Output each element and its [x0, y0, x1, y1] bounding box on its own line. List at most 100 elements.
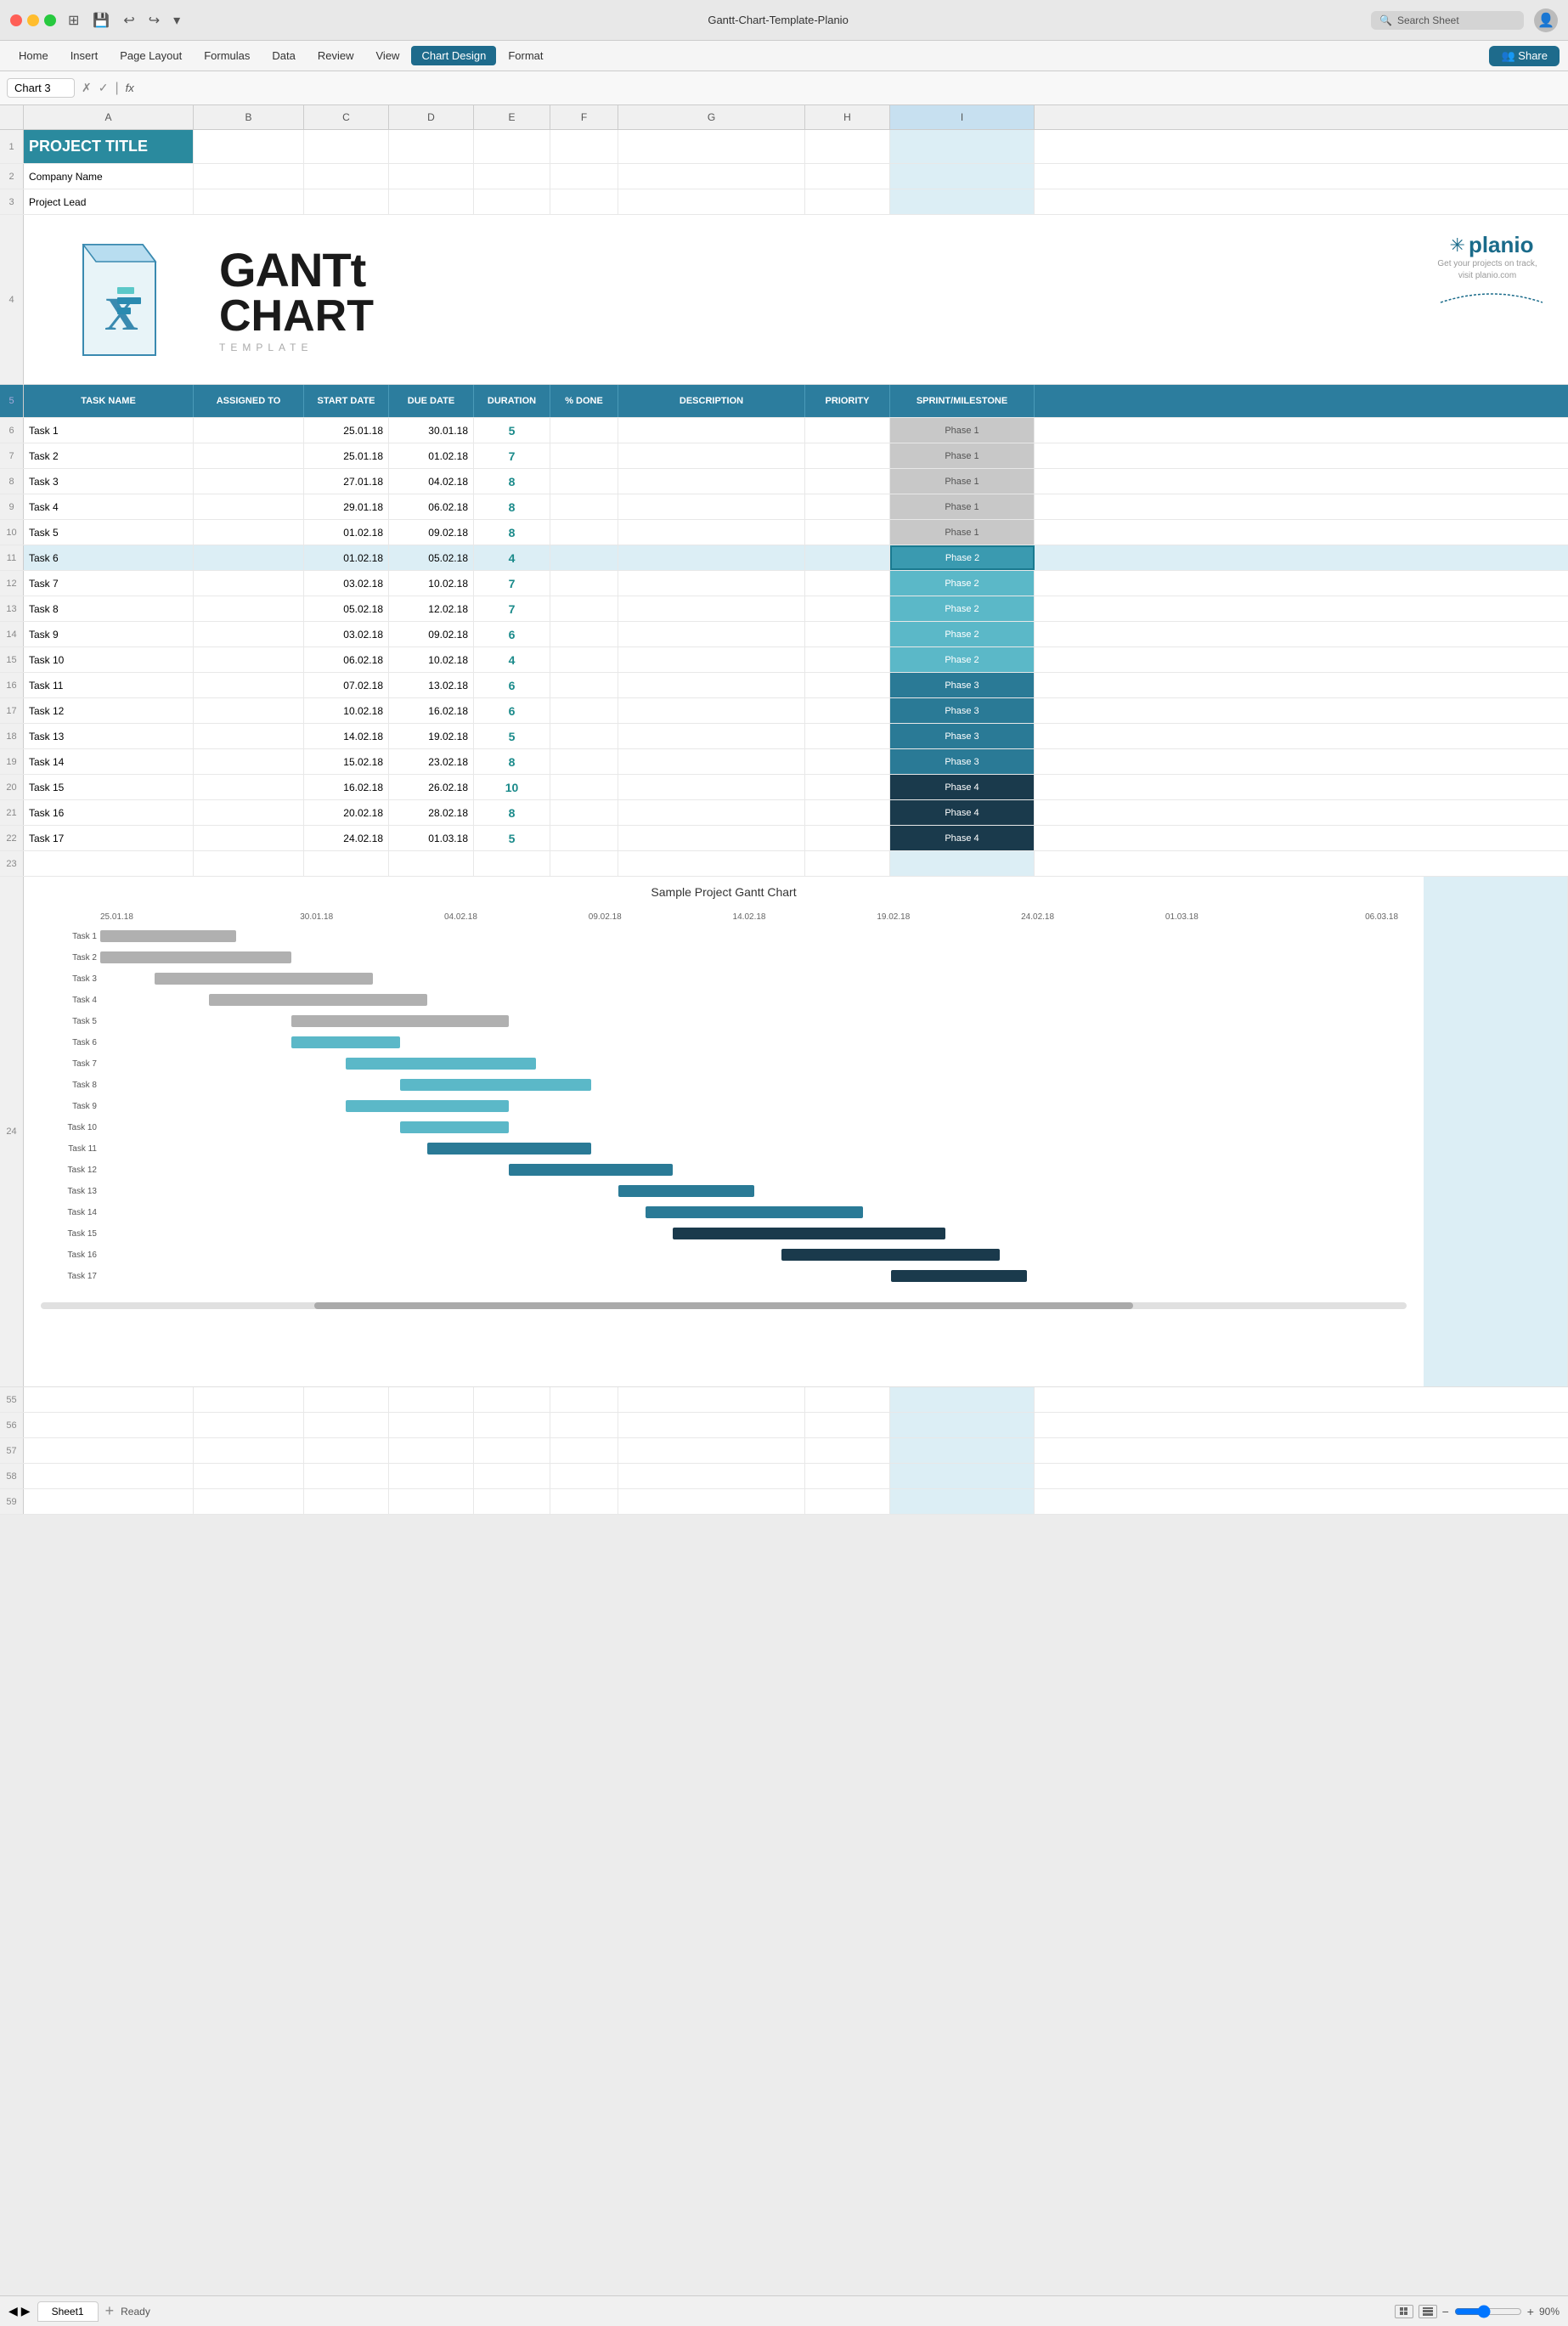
grid-icon[interactable]: ⊞ — [63, 10, 84, 31]
header-assigned-to[interactable]: ASSIGNED TO — [194, 385, 304, 417]
cell-8i[interactable]: Phase 1 — [890, 469, 1035, 494]
cell-11i[interactable]: Phase 2 — [890, 545, 1035, 570]
cell-7b[interactable] — [194, 443, 304, 468]
cell-20h[interactable] — [805, 775, 890, 799]
cell-10h[interactable] — [805, 520, 890, 545]
cell-6i[interactable]: Phase 1 — [890, 418, 1035, 443]
cell-2i[interactable] — [890, 164, 1035, 189]
col-header-e[interactable]: E — [474, 105, 550, 129]
cell-6f[interactable] — [550, 418, 618, 443]
cell-19e[interactable]: 8 — [474, 749, 550, 774]
cell-14i[interactable]: Phase 2 — [890, 622, 1035, 646]
cell-22b[interactable] — [194, 826, 304, 850]
header-duration[interactable]: DURATION — [474, 385, 550, 417]
cell-19b[interactable] — [194, 749, 304, 774]
cell-55d[interactable] — [389, 1387, 474, 1412]
cell-55c[interactable] — [304, 1387, 389, 1412]
cell-14h[interactable] — [805, 622, 890, 646]
cell-ref-input[interactable] — [7, 78, 75, 98]
header-sprint[interactable]: SPRINT/MILESTONE — [890, 385, 1035, 417]
cell-16b[interactable] — [194, 673, 304, 697]
cell-8c[interactable]: 27.01.18 — [304, 469, 389, 494]
cell-10i[interactable]: Phase 1 — [890, 520, 1035, 545]
cell-17g[interactable] — [618, 698, 805, 723]
cell-12f[interactable] — [550, 571, 618, 596]
cell-8h[interactable] — [805, 469, 890, 494]
cell-17b[interactable] — [194, 698, 304, 723]
share-button[interactable]: 👥 Share — [1489, 46, 1560, 66]
scroll-left-btn[interactable]: ◀ — [8, 2304, 18, 2318]
undo-icon[interactable]: ↩ — [118, 10, 139, 31]
menu-insert[interactable]: Insert — [60, 46, 109, 65]
cell-15b[interactable] — [194, 647, 304, 672]
cell-15c[interactable]: 06.02.18 — [304, 647, 389, 672]
cell-15h[interactable] — [805, 647, 890, 672]
minimize-button[interactable] — [27, 14, 39, 26]
cell-23g[interactable] — [618, 851, 805, 876]
cell-55h[interactable] — [805, 1387, 890, 1412]
cell-9d[interactable]: 06.02.18 — [389, 494, 474, 519]
cell-21f[interactable] — [550, 800, 618, 825]
header-description[interactable]: DESCRIPTION — [618, 385, 805, 417]
cell-10g[interactable] — [618, 520, 805, 545]
cell-17i[interactable]: Phase 3 — [890, 698, 1035, 723]
cell-21a[interactable]: Task 16 — [24, 800, 194, 825]
chart-scroll-thumb[interactable] — [314, 1302, 1134, 1309]
cell-19h[interactable] — [805, 749, 890, 774]
cell-20d[interactable]: 26.02.18 — [389, 775, 474, 799]
cell-13a[interactable]: Task 8 — [24, 596, 194, 621]
cell-9c[interactable]: 29.01.18 — [304, 494, 389, 519]
cell-20c[interactable]: 16.02.18 — [304, 775, 389, 799]
cell-10a[interactable]: Task 5 — [24, 520, 194, 545]
header-due-date[interactable]: DUE DATE — [389, 385, 474, 417]
user-avatar[interactable]: 👤 — [1534, 8, 1558, 32]
zoom-out-btn[interactable]: − — [1442, 2305, 1449, 2318]
cell-23f[interactable] — [550, 851, 618, 876]
cell-59c[interactable] — [304, 1489, 389, 1514]
cell-19i[interactable]: Phase 3 — [890, 749, 1035, 774]
cell-1h[interactable] — [805, 130, 890, 163]
cell-1a[interactable]: PROJECT TITLE — [24, 130, 194, 163]
cell-2e[interactable] — [474, 164, 550, 189]
cell-20f[interactable] — [550, 775, 618, 799]
cell-1d[interactable] — [389, 130, 474, 163]
cell-24i[interactable] — [1424, 877, 1568, 1386]
cell-59e[interactable] — [474, 1489, 550, 1514]
cell-56a[interactable] — [24, 1413, 194, 1437]
cell-11e[interactable]: 4 — [474, 545, 550, 570]
cell-22e[interactable]: 5 — [474, 826, 550, 850]
cell-18e[interactable]: 5 — [474, 724, 550, 748]
confirm-icon[interactable]: ✓ — [99, 81, 109, 95]
cell-2g[interactable] — [618, 164, 805, 189]
cell-14e[interactable]: 6 — [474, 622, 550, 646]
cell-14c[interactable]: 03.02.18 — [304, 622, 389, 646]
cell-57h[interactable] — [805, 1438, 890, 1463]
cell-17h[interactable] — [805, 698, 890, 723]
cell-22d[interactable]: 01.03.18 — [389, 826, 474, 850]
cell-16i[interactable]: Phase 3 — [890, 673, 1035, 697]
cell-12h[interactable] — [805, 571, 890, 596]
cell-7e[interactable]: 7 — [474, 443, 550, 468]
cell-6d[interactable]: 30.01.18 — [389, 418, 474, 443]
menu-data[interactable]: Data — [262, 46, 305, 65]
cell-6b[interactable] — [194, 418, 304, 443]
cell-14f[interactable] — [550, 622, 618, 646]
search-box[interactable]: 🔍 Search Sheet — [1371, 11, 1524, 30]
cell-55i[interactable] — [890, 1387, 1035, 1412]
cell-17e[interactable]: 6 — [474, 698, 550, 723]
cell-55f[interactable] — [550, 1387, 618, 1412]
cell-23d[interactable] — [389, 851, 474, 876]
zoom-in-btn[interactable]: + — [1527, 2305, 1534, 2318]
cell-7g[interactable] — [618, 443, 805, 468]
cell-16h[interactable] — [805, 673, 890, 697]
cell-56d[interactable] — [389, 1413, 474, 1437]
cell-16e[interactable]: 6 — [474, 673, 550, 697]
cell-1c[interactable] — [304, 130, 389, 163]
cell-59i[interactable] — [890, 1489, 1035, 1514]
close-button[interactable] — [10, 14, 22, 26]
cell-7f[interactable] — [550, 443, 618, 468]
cell-58h[interactable] — [805, 1464, 890, 1488]
cell-8a[interactable]: Task 3 — [24, 469, 194, 494]
cell-58a[interactable] — [24, 1464, 194, 1488]
cell-2d[interactable] — [389, 164, 474, 189]
